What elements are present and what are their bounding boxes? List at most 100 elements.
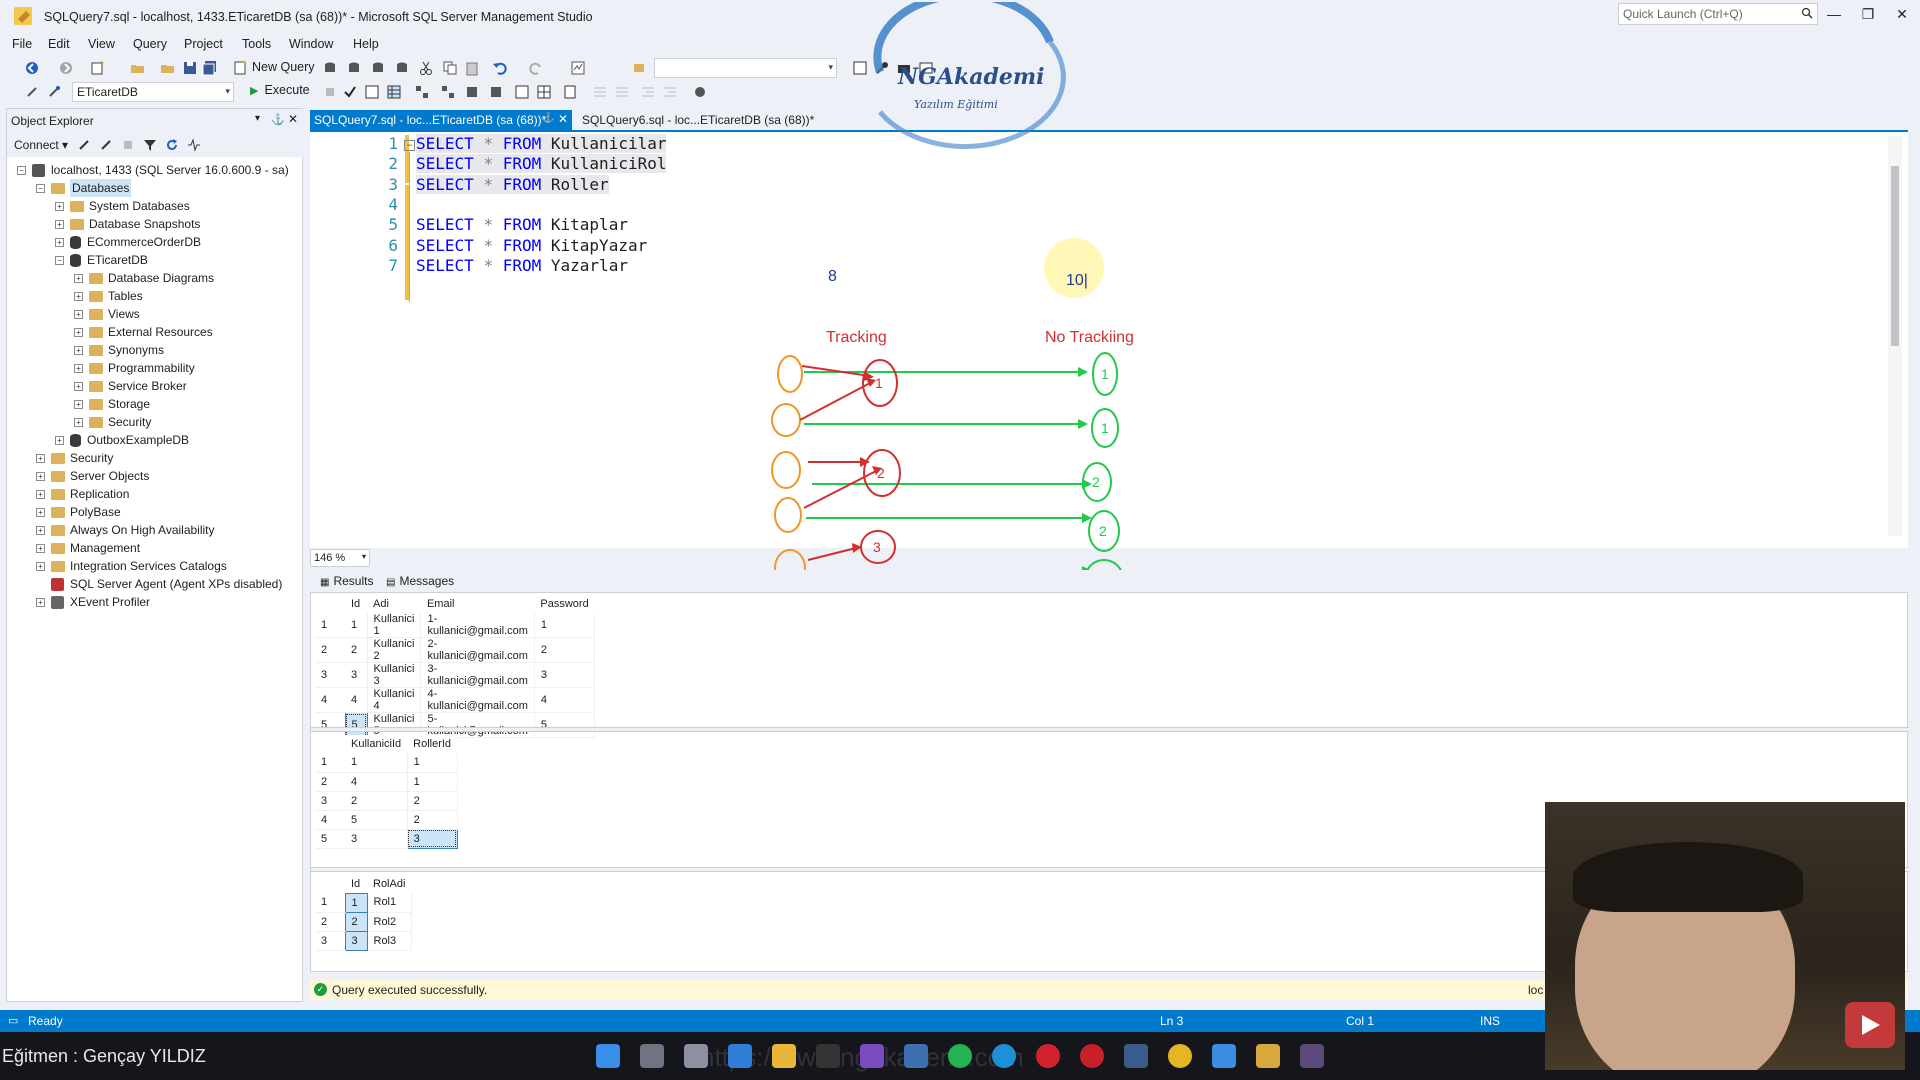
tree-node[interactable]: + XEvent Profiler [36,593,150,611]
tab-sqlquery7[interactable]: SQLQuery7.sql - loc...ETicaretDB (sa (68… [310,110,572,130]
grid-corner[interactable] [315,595,345,613]
tree-node[interactable]: + Integration Services Catalogs [36,557,227,575]
live-query-stats-icon[interactable] [440,84,456,100]
menu-view[interactable]: View [88,37,115,51]
tree-node[interactable]: + Replication [36,485,129,503]
expand-icon[interactable]: + [74,327,83,337]
collapse-icon[interactable]: − [55,255,64,265]
panel-menu-chevron-icon[interactable]: ▾ [255,113,260,124]
grid-cell[interactable]: 4 [534,687,596,713]
visual-studio-icon[interactable] [860,1044,884,1068]
decrease-indent-icon[interactable] [640,84,656,100]
column-header[interactable]: Id [345,595,367,613]
tree-node[interactable]: + Security [36,449,113,467]
expand-icon[interactable]: + [55,201,64,211]
tree-node[interactable]: + Service Broker [74,377,187,395]
row-number[interactable]: 2 [315,637,345,663]
find-icon[interactable] [632,60,648,76]
undo-icon[interactable] [492,60,508,76]
file-explorer-icon[interactable] [772,1044,796,1068]
grid-splitter[interactable] [311,727,1909,732]
disconnect-icon[interactable] [99,138,113,152]
table-row[interactable]: 4 4 Kullanici 4 4-kullanici@gmail.com 4 [315,687,596,713]
execute-button[interactable]: ▶ Execute [250,83,310,97]
expand-icon[interactable]: + [74,363,83,373]
activity-icon[interactable] [187,138,201,152]
zoom-combo[interactable]: 146 % ▾ [310,549,370,567]
collapse-icon[interactable]: − [36,183,45,193]
expand-icon[interactable]: + [74,399,83,409]
increase-indent-icon[interactable] [662,84,678,100]
close-window-button[interactable]: ✕ [1890,6,1914,26]
redo-icon[interactable] [528,60,544,76]
table-row[interactable]: 1 1 Rol1 [315,892,412,913]
cancel-query-icon[interactable] [322,84,338,100]
grid-cell[interactable]: 3 [406,828,458,849]
row-number[interactable]: 3 [315,662,345,688]
grid-cell[interactable]: 2 [345,637,368,663]
tree-node[interactable]: + Storage [74,395,150,413]
table-row[interactable]: 2 2 Kullanici 2 2-kullanici@gmail.com 2 [315,637,596,663]
open-file-icon[interactable] [130,60,146,76]
grid-corner[interactable] [315,735,345,753]
row-number[interactable]: 3 [315,791,345,811]
column-header[interactable]: Email [420,595,535,613]
grid-cell[interactable]: 2 [534,637,596,663]
copy-icon[interactable] [442,60,458,76]
row-number[interactable]: 1 [315,753,345,773]
client-stats-icon[interactable] [464,84,480,100]
column-header[interactable]: Adi [367,595,421,613]
code-line[interactable]: SELECT * FROM Kitaplar [416,215,628,234]
available-databases-combo[interactable]: ETicaretDB ▾ [72,82,234,102]
ssms-taskbar-icon[interactable] [1256,1044,1280,1068]
row-number[interactable]: 5 [315,712,345,738]
code-line[interactable]: SELECT * FROM KitapYazar [416,236,647,255]
grid-cell[interactable]: 4 [345,772,408,792]
grid-cell[interactable]: 1-kullanici@gmail.com [420,613,535,638]
collapse-icon[interactable]: − [17,165,26,175]
grid-cell[interactable]: 5-kullanici@gmail.com [420,712,535,738]
table-row[interactable]: 452 [315,810,458,830]
grid-cell[interactable]: 3 [345,829,408,849]
results-to-file-icon[interactable] [488,84,504,100]
results-text-icon[interactable] [514,84,530,100]
expand-icon[interactable]: + [36,471,45,481]
expand-icon[interactable]: + [36,453,45,463]
row-number[interactable]: 2 [315,772,345,792]
grid-cell[interactable]: 2 [407,810,458,830]
tree-node[interactable]: − ETicaretDB [55,251,148,269]
grid-cell[interactable]: Rol2 [367,912,412,932]
grid-cell[interactable]: Rol3 [367,931,412,951]
tree-node[interactable]: + PolyBase [36,503,121,521]
tab-sqlquery6[interactable]: SQLQuery6.sql - loc...ETicaretDB (sa (68… [578,110,878,130]
tree-node[interactable]: − Databases [36,179,132,197]
code-line[interactable]: SELECT * FROM KullaniciRol [416,154,667,174]
refresh-icon[interactable] [165,138,179,152]
menu-project[interactable]: Project [184,37,223,51]
grid-cell[interactable]: Kullanici 4 [367,687,422,713]
cut-icon[interactable] [418,60,434,76]
column-header[interactable]: Password [534,595,595,613]
scrollbar-thumb[interactable] [1891,166,1899,346]
tab-messages[interactable]: ▤ Messages [386,574,454,588]
open-icon[interactable] [160,60,176,76]
tree-node[interactable]: + Views [74,305,140,323]
grid-cell[interactable]: 2 [344,911,368,932]
expand-icon[interactable]: + [36,543,45,553]
expand-icon[interactable]: + [36,489,45,499]
grid-cell[interactable]: 5 [345,810,408,830]
grid-cell[interactable]: 2-kullanici@gmail.com [420,637,535,663]
comment-icon[interactable] [592,84,608,100]
code-line[interactable]: SELECT * FROM Yazarlar [416,256,628,275]
code-line[interactable]: SELECT * FROM Kullanicilar [416,134,667,153]
paste-icon[interactable] [464,60,480,76]
mdx-query-icon[interactable] [370,60,386,76]
pin-icon[interactable]: ⚓ [271,113,285,126]
tree-node[interactable]: + External Resources [74,323,213,341]
table-row[interactable]: 241 [315,772,458,792]
terminal-icon[interactable] [816,1044,840,1068]
grid-cell[interactable]: 1 [407,772,458,792]
tree-node[interactable]: + Security [74,413,151,431]
grid-cell[interactable]: 1 [345,753,408,773]
expand-icon[interactable]: + [74,273,83,283]
